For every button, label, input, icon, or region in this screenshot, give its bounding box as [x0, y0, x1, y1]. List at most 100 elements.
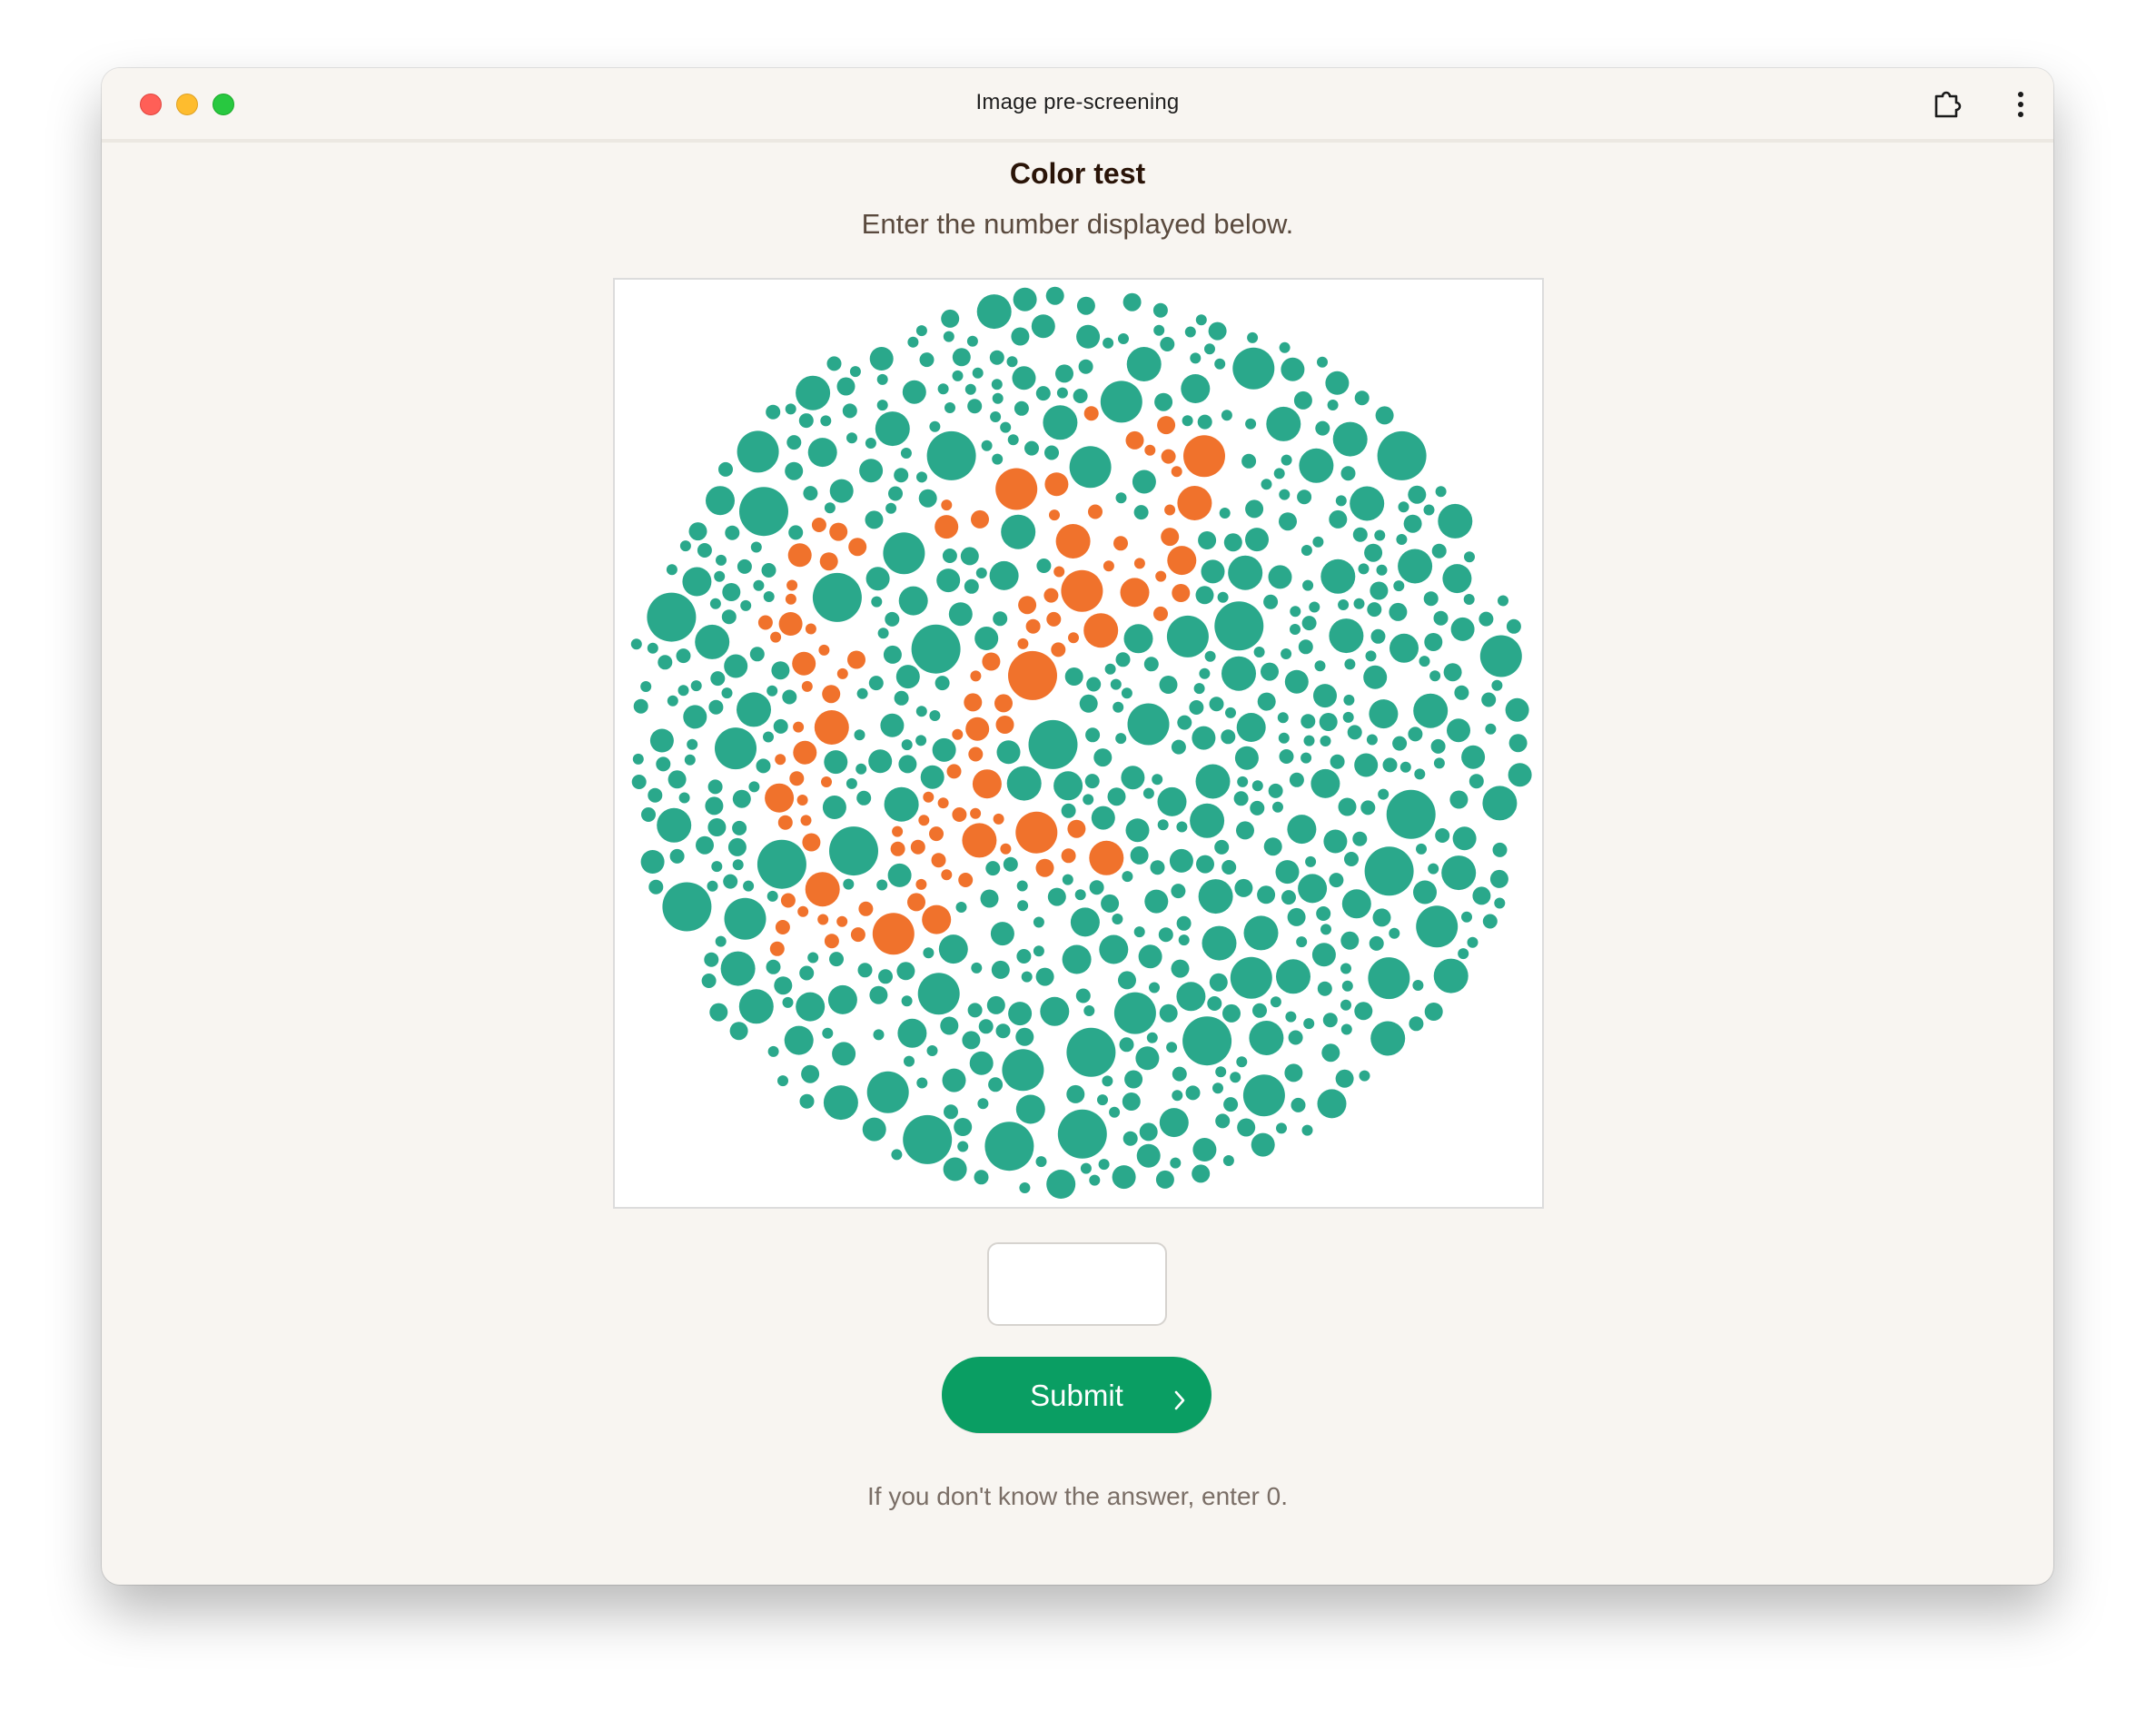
plate-dot	[1190, 803, 1225, 838]
plate-dot	[688, 522, 707, 541]
more-options-icon[interactable]	[2015, 90, 2026, 119]
plate-dot	[1089, 1174, 1101, 1186]
plate-dot	[1033, 945, 1044, 957]
plate-dot	[1043, 405, 1078, 440]
plate-dot	[1170, 1157, 1182, 1169]
plate-dot	[1293, 390, 1312, 410]
plate-dot	[1241, 453, 1257, 469]
plate-dot	[885, 502, 897, 514]
plate-dot	[1061, 803, 1076, 818]
plate-dot	[1340, 999, 1351, 1011]
plate-dot	[1066, 1084, 1085, 1103]
plate-dot	[1321, 1043, 1340, 1063]
plate-dot	[1236, 1056, 1248, 1068]
plate-dot	[1016, 949, 1032, 964]
plate-dot	[873, 1029, 885, 1041]
plate-dot	[1083, 406, 1099, 421]
plate-dot	[1172, 1090, 1183, 1102]
plate-dot	[1353, 598, 1365, 609]
plate-dot	[1109, 1106, 1121, 1118]
plate-dot	[1144, 889, 1169, 914]
plate-dot	[946, 764, 962, 779]
plate-dot	[1469, 774, 1484, 789]
plate-dot	[1183, 435, 1225, 478]
plate-dot	[1344, 658, 1356, 670]
plate-dot	[876, 400, 888, 411]
plate-dot	[1068, 632, 1079, 644]
plate-dot	[896, 962, 915, 981]
plate-dot	[1369, 935, 1384, 951]
plate-dot	[876, 879, 888, 891]
plate-dot	[1369, 699, 1399, 729]
plate-dot	[952, 728, 964, 740]
plate-dot	[859, 459, 884, 483]
plate-dot	[1043, 588, 1059, 603]
plate-dot	[1403, 514, 1422, 533]
plate-dot	[1335, 495, 1347, 507]
plate-dot	[724, 654, 748, 678]
plate-dot	[1217, 591, 1229, 603]
plate-dot	[952, 348, 971, 367]
plate-dot	[1098, 1159, 1110, 1171]
plate-dot	[822, 1027, 834, 1039]
plate-dot	[1171, 884, 1186, 899]
plate-dot	[1233, 791, 1249, 806]
plate-dot	[715, 727, 757, 770]
plate-dot	[1316, 906, 1331, 921]
plate-dot	[1376, 564, 1388, 576]
plate-dot	[1250, 800, 1265, 816]
plate-dot	[818, 644, 830, 656]
plate-dot	[1190, 352, 1202, 364]
plate-dot	[1118, 333, 1129, 344]
plate-dot	[915, 706, 927, 717]
plate-dot	[1377, 430, 1427, 480]
plate-dot	[1044, 472, 1069, 497]
plate-dot	[1083, 613, 1119, 648]
plate-dot	[849, 366, 861, 378]
plate-dot	[1103, 560, 1114, 572]
extension-icon[interactable]	[1932, 88, 1963, 119]
plate-dot	[707, 880, 718, 892]
plate-dot	[1340, 466, 1356, 481]
plate-dot	[991, 379, 1003, 390]
plate-dot	[1279, 749, 1294, 764]
plate-dot	[1237, 1118, 1256, 1137]
plate-dot	[990, 922, 1014, 946]
plate-dot	[766, 685, 778, 697]
plate-dot	[868, 676, 884, 691]
plate-dot	[753, 579, 765, 591]
plate-dot	[1121, 766, 1145, 790]
plate-dot	[1157, 416, 1176, 435]
plate-dot	[894, 690, 909, 706]
plate-dot	[1508, 763, 1532, 787]
plate-dot	[1049, 509, 1060, 521]
answer-input[interactable]	[987, 1242, 1167, 1326]
plate-dot	[944, 402, 955, 413]
plate-dot	[1423, 504, 1435, 516]
plate-dot	[910, 839, 925, 855]
plate-dot	[1370, 1021, 1406, 1056]
plate-dot	[1155, 1170, 1174, 1189]
plate-dot	[1221, 729, 1236, 745]
submit-button[interactable]: Submit	[942, 1357, 1212, 1433]
plate-dot	[1024, 440, 1039, 456]
plate-dot	[1251, 780, 1263, 792]
plate-dot	[964, 578, 979, 594]
plate-dot	[820, 415, 832, 427]
plate-dot	[805, 623, 816, 635]
plate-dot	[1354, 753, 1379, 777]
plate-dot	[1192, 726, 1216, 750]
plate-dot	[1112, 1165, 1136, 1190]
plate-dot	[1442, 564, 1472, 594]
plate-dot	[986, 995, 1005, 1014]
plate-dot	[888, 486, 903, 501]
plate-dot	[658, 655, 673, 670]
plate-dot	[974, 627, 999, 650]
plate-dot	[1115, 492, 1127, 504]
plate-dot	[1157, 786, 1187, 816]
plate-dot	[1281, 890, 1296, 905]
plate-dot	[1389, 602, 1408, 621]
plate-dot	[1398, 549, 1433, 584]
plate-dot	[1472, 886, 1491, 905]
plate-dot	[1097, 1094, 1108, 1106]
